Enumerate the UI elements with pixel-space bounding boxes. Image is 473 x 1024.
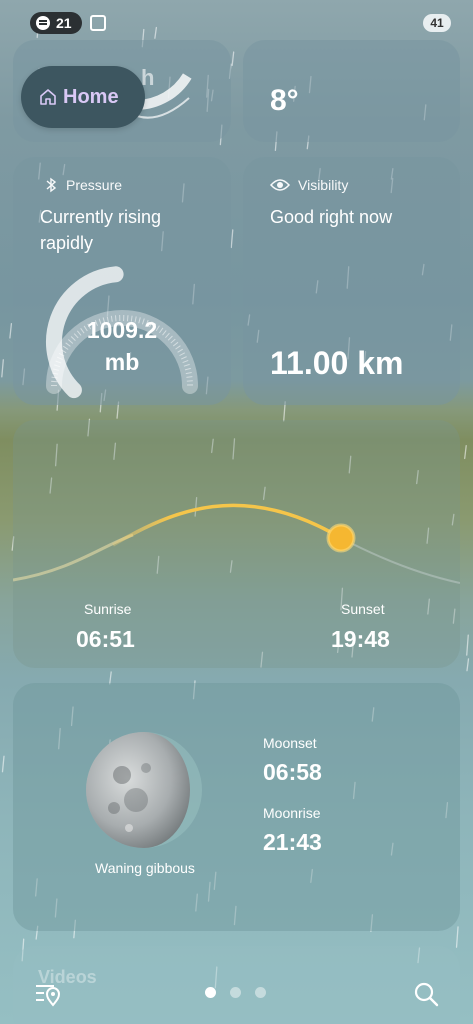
page-dot-1[interactable] <box>205 987 216 998</box>
page-dot-3[interactable] <box>255 987 266 998</box>
rain-streak <box>231 51 235 67</box>
rain-streak <box>466 634 469 656</box>
moonset-label: Moonset <box>263 735 317 751</box>
rain-streak <box>230 229 234 249</box>
moon-icon <box>86 732 202 848</box>
search-icon[interactable] <box>412 980 440 1008</box>
pressure-description: Currently rising rapidly <box>40 207 162 253</box>
spotify-notification[interactable]: 21 <box>30 12 82 34</box>
moon-card[interactable] <box>13 683 460 931</box>
battery-indicator: 41 <box>423 14 451 32</box>
sun-icon <box>326 523 356 553</box>
eye-icon <box>270 178 290 192</box>
sunrise-label: Sunrise <box>84 601 132 617</box>
spotify-icon <box>36 16 50 30</box>
rain-streak <box>1 359 4 378</box>
rain-streak <box>466 658 470 672</box>
moonrise-time: 21:43 <box>263 829 322 855</box>
moonset-time: 06:58 <box>263 759 322 785</box>
home-icon <box>39 88 57 106</box>
visibility-value: 11.00 km <box>270 345 404 381</box>
sunrise-time: 06:51 <box>76 626 135 652</box>
rain-streak <box>9 322 13 339</box>
pressure-value: 1009.2 mb <box>86 317 158 375</box>
home-button[interactable]: Home <box>21 66 145 128</box>
visibility-description: Good right now <box>270 207 393 227</box>
screen-record-icon <box>90 15 106 31</box>
spotify-count: 21 <box>56 15 72 31</box>
page-dot-2[interactable] <box>230 987 241 998</box>
rain-streak <box>464 445 467 460</box>
home-label: Home <box>63 85 119 108</box>
temperature-value: 8° <box>270 84 299 117</box>
bottom-navigation <box>0 970 473 1024</box>
rain-streak <box>455 926 459 948</box>
location-list-icon[interactable] <box>34 980 62 1008</box>
moonrise-label: Moonrise <box>263 805 321 821</box>
moon-phase: Waning gibbous <box>95 860 195 876</box>
visibility-title: Visibility <box>270 177 348 193</box>
pressure-title: Pressure <box>44 177 122 193</box>
rain-streak <box>1 755 5 773</box>
bluetooth-pressure-icon <box>44 177 58 193</box>
sunset-label: Sunset <box>341 601 385 617</box>
sunset-time: 19:48 <box>331 626 390 652</box>
